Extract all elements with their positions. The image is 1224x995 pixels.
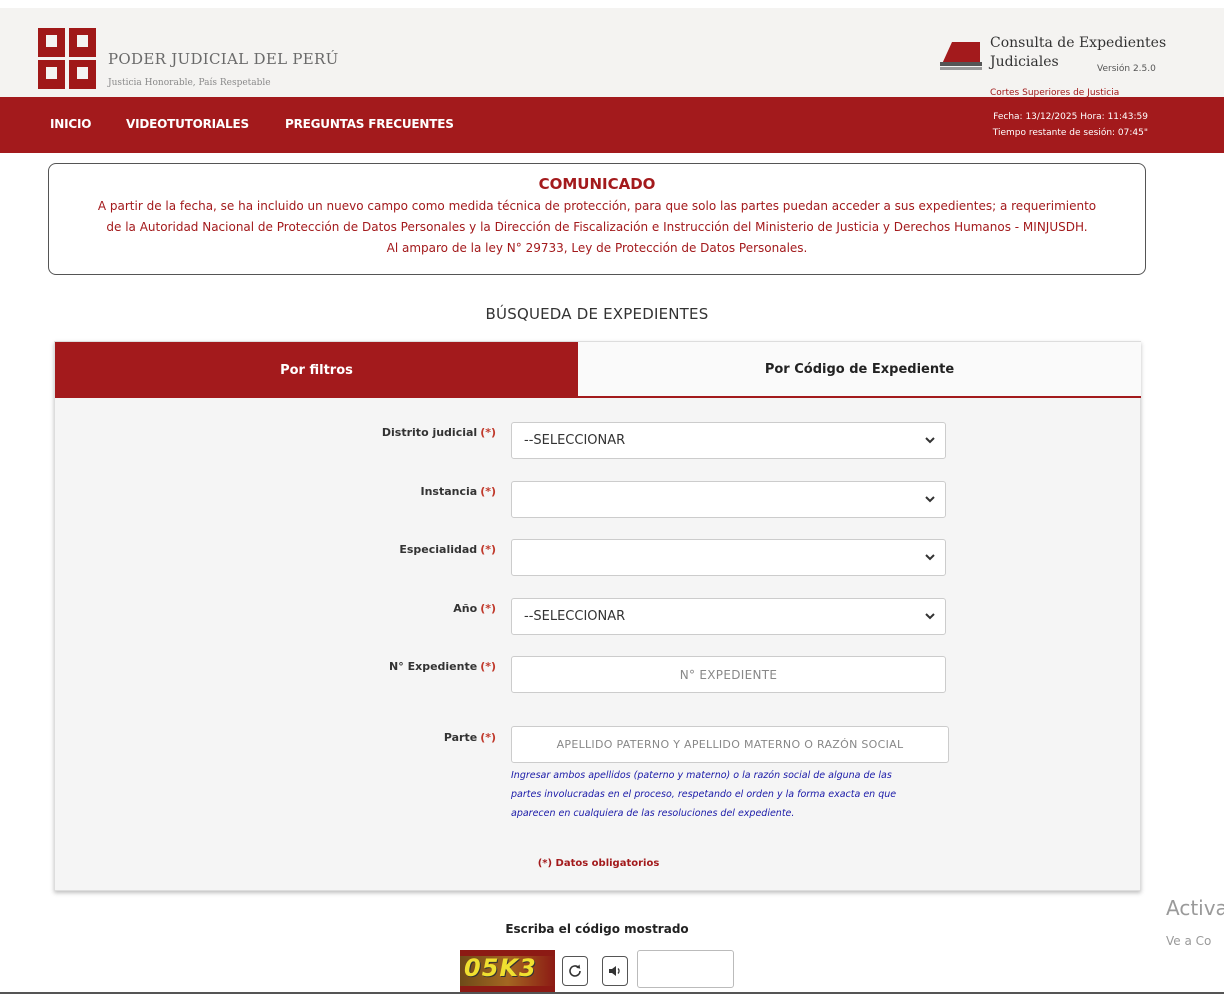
captcha-image: 05K3: [460, 950, 555, 994]
captcha-code: 05K3: [464, 954, 537, 982]
notice-title: COMUNICADO: [538, 175, 656, 193]
distrito-select[interactable]: --SELECCIONAR: [511, 422, 946, 459]
nav-inicio[interactable]: INICIO: [50, 117, 91, 131]
instancia-select[interactable]: [511, 481, 946, 518]
especialidad-label: Especialidad (*): [399, 543, 496, 556]
required-note: (*) Datos obligatorios: [537, 858, 660, 869]
session-date: Fecha: 13/12/2025 Hora: 11:43:59: [993, 112, 1148, 122]
site-header: PODER JUDICIAL DEL PERÚ Justicia Honorab…: [0, 8, 1224, 98]
parte-input[interactable]: APELLIDO PATERNO Y APELLIDO MATERNO O RA…: [511, 726, 949, 763]
session-remaining: Tiempo restante de sesión: 07:45": [992, 128, 1148, 138]
chevron-down-icon: [925, 554, 935, 561]
bottom-divider: [0, 992, 1224, 994]
chevron-down-icon: [925, 437, 935, 444]
notice-box: COMUNICADO A partir de la fecha, se ha i…: [48, 163, 1146, 275]
nav-videotutoriales[interactable]: VIDEOTUTORIALES: [126, 117, 249, 131]
tab-por-filtros[interactable]: Por filtros: [55, 342, 578, 398]
anio-label: Año (*): [453, 602, 496, 615]
especialidad-select[interactable]: [511, 539, 946, 576]
search-heading: BÚSQUEDA DE EXPEDIENTES: [485, 305, 709, 323]
speaker-icon: [609, 966, 620, 976]
anio-value: --SELECCIONAR: [524, 609, 626, 624]
notice-body: A partir de la fecha, se ha incluido un …: [97, 199, 1097, 255]
anio-select[interactable]: --SELECCIONAR: [511, 598, 946, 635]
refresh-icon: [569, 964, 581, 977]
captcha-input[interactable]: [637, 950, 734, 988]
top-strip: [0, 0, 1224, 8]
activation-watermark: Activa: [1166, 896, 1224, 920]
captcha-label: Escriba el código mostrado: [505, 922, 689, 936]
parte-hint: Ingresar ambos apellidos (paterno y mate…: [511, 770, 897, 819]
chevron-down-icon: [925, 613, 935, 620]
expediente-input[interactable]: N° EXPEDIENTE: [511, 656, 946, 693]
activation-watermark-sub: Ve a Co: [1166, 934, 1212, 948]
search-panel: Por filtros Por Código de Expediente Dis…: [54, 341, 1141, 891]
captcha-audio-button[interactable]: [602, 956, 628, 986]
captcha-refresh-button[interactable]: [562, 956, 588, 986]
main-nav: INICIO VIDEOTUTORIALES PREGUNTAS FRECUEN…: [0, 97, 1224, 153]
brand-name: PODER JUDICIAL DEL PERÚ: [108, 50, 339, 68]
tab-por-codigo[interactable]: Por Código de Expediente: [578, 342, 1141, 398]
nav-preguntas-frecuentes[interactable]: PREGUNTAS FRECUENTES: [285, 117, 454, 131]
distrito-value: --SELECCIONAR: [524, 433, 626, 448]
book-icon: [940, 42, 982, 70]
instancia-label: Instancia (*): [420, 485, 496, 498]
parte-label: Parte (*): [443, 731, 496, 744]
brand-slogan: Justicia Honorable, País Respetable: [108, 78, 271, 88]
chevron-down-icon: [925, 496, 935, 503]
session-info: Fecha: 13/12/2025 Hora: 11:43:59 Tiempo …: [993, 109, 1148, 141]
app-version: Versión 2.5.0: [1097, 64, 1156, 74]
distrito-label: Distrito judicial (*): [381, 426, 496, 439]
poder-judicial-logo: [38, 28, 98, 90]
expediente-label: N° Expediente (*): [389, 660, 496, 673]
